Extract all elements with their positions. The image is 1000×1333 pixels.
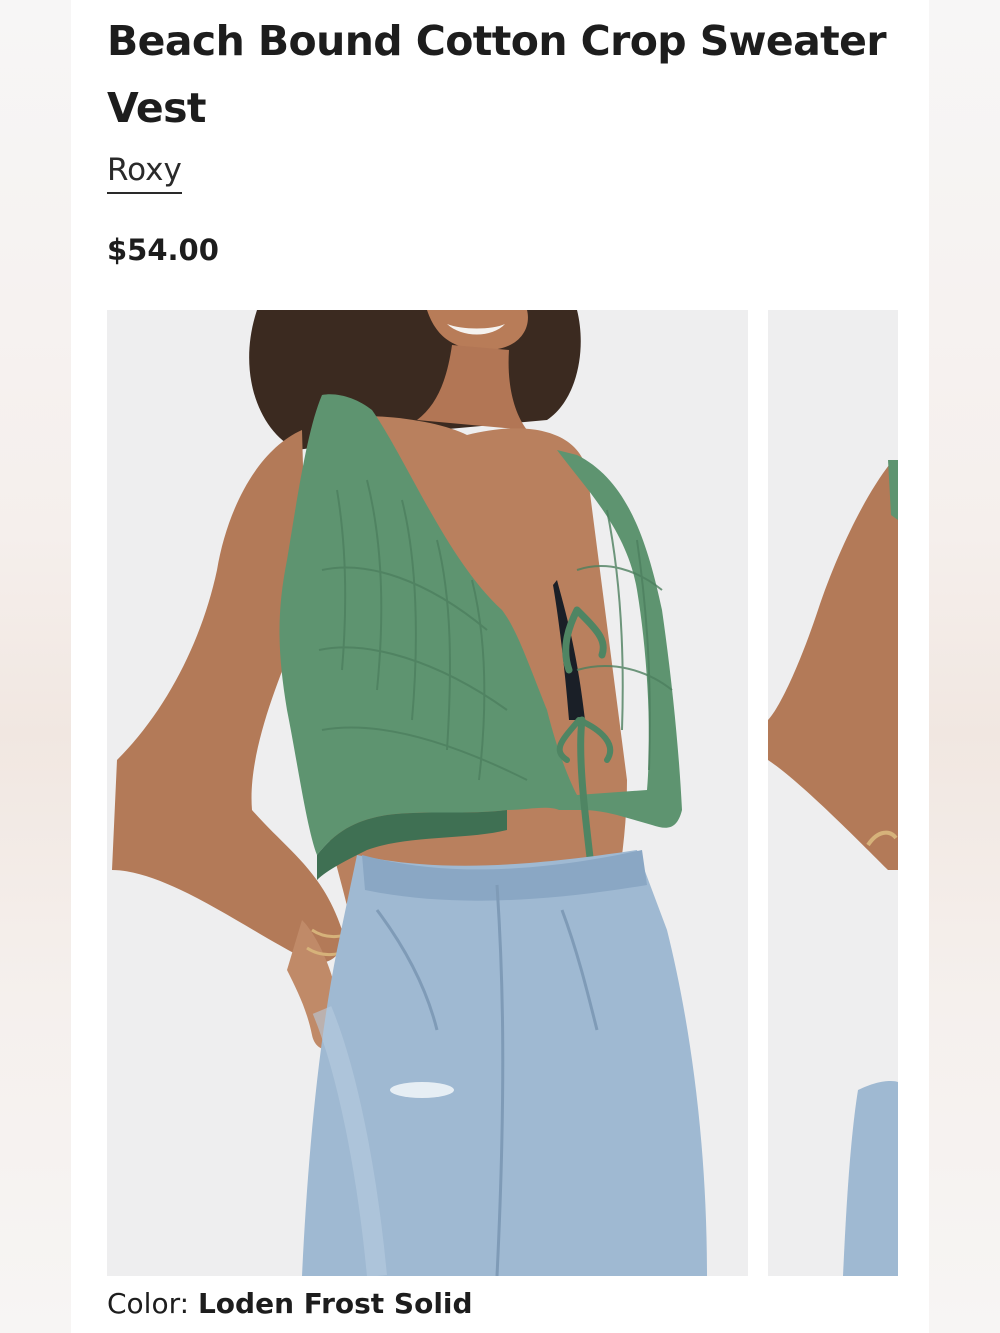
right-backdrop (929, 0, 1000, 1333)
left-backdrop (0, 0, 71, 1333)
product-image-main[interactable] (107, 310, 748, 1276)
color-value: Loden Frost Solid (197, 1287, 473, 1320)
product-detail-page: Beach Bound Cotton Crop Sweater Vest Rox… (71, 0, 929, 1333)
product-image-carousel[interactable] (107, 310, 929, 1276)
model-photo-next (768, 310, 898, 1276)
product-price: $54.00 (107, 233, 219, 267)
model-photo (107, 310, 748, 1276)
color-label: Color: (107, 1287, 190, 1320)
product-title: Beach Bound Cotton Crop Sweater Vest (107, 17, 887, 132)
color-selection: Color: Loden Frost Solid (107, 1284, 473, 1324)
brand-link[interactable]: Roxy (107, 150, 182, 194)
product-image-next[interactable] (768, 310, 898, 1276)
